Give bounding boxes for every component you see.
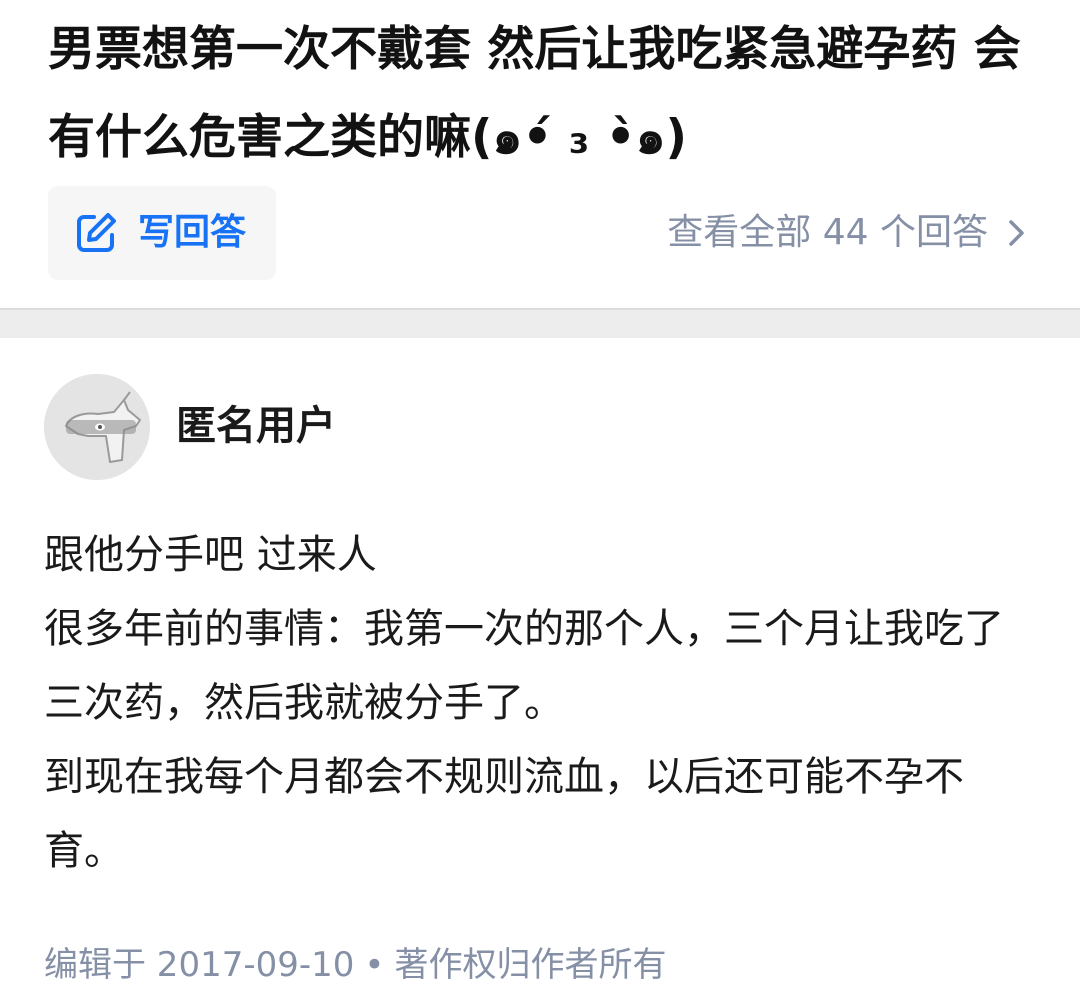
answer-paragraph: 到现在我每个月都会不规则流血，以后还可能不孕不育。: [44, 754, 964, 874]
answer-body[interactable]: 跟他分手吧 过来人 很多年前的事情：我第一次的那个人，三个月让我吃了三次药，然后…: [44, 518, 1034, 888]
answer-meta: 编辑于 2017-09-10 • 著作权归作者所有: [44, 940, 666, 990]
pen-square-icon: [77, 213, 116, 252]
meta-separator: •: [364, 945, 385, 985]
answer-paragraph: 跟他分手吧 过来人: [44, 532, 377, 578]
anonymous-avatar-icon: [44, 374, 150, 480]
edited-date: 编辑于 2017-09-10: [44, 945, 355, 985]
question-title[interactable]: 男票想第一次不戴套 然后让我吃紧急避孕药 会有什么危害之类的嘛(๑•́ ₃ •̀…: [48, 6, 1038, 182]
copyright-notice: 著作权归作者所有: [394, 945, 667, 985]
view-all-answers-label: 查看全部 44 个回答: [667, 212, 988, 253]
write-answer-label: 写回答: [138, 212, 247, 253]
author-name[interactable]: 匿名用户: [176, 398, 336, 454]
write-answer-button[interactable]: 写回答: [48, 186, 276, 280]
question-header: 男票想第一次不戴套 然后让我吃紧急避孕药 会有什么危害之类的嘛(๑•́ ₃ •̀…: [0, 0, 1080, 308]
chevron-right-icon: [1009, 220, 1024, 246]
section-divider: [0, 308, 1080, 338]
answer-card: 匿名用户 跟他分手吧 过来人 很多年前的事情：我第一次的那个人，三个月让我吃了三…: [0, 338, 1080, 988]
avatar[interactable]: [44, 374, 150, 480]
answer-paragraph: 很多年前的事情：我第一次的那个人，三个月让我吃了三次药，然后我就被分手了。: [44, 606, 1004, 726]
view-all-answers-link[interactable]: 查看全部 44 个回答: [667, 206, 1028, 260]
